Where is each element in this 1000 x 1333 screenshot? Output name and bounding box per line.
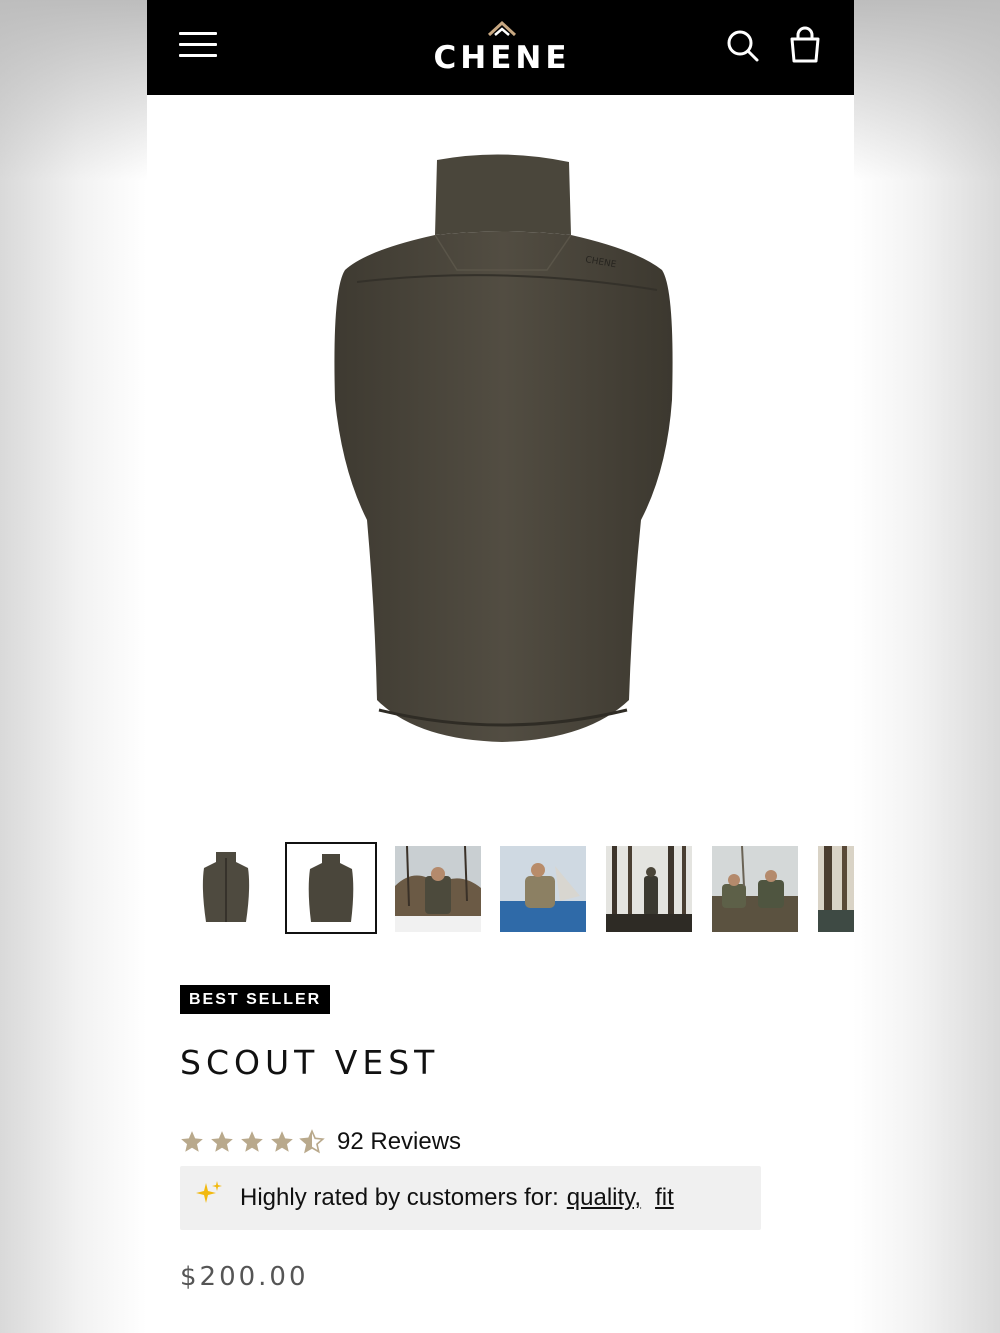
cart-bag-icon[interactable] bbox=[787, 26, 823, 64]
star-icon bbox=[241, 1131, 263, 1152]
star-rating bbox=[179, 1129, 325, 1155]
thumbnail-hunter-boat[interactable] bbox=[500, 846, 586, 932]
highlight-tag-quality[interactable]: quality, bbox=[567, 1184, 641, 1212]
brand-name: CHENE bbox=[433, 40, 571, 76]
product-main-image[interactable]: CHENE bbox=[307, 140, 697, 760]
thumbnail-vest-back[interactable] bbox=[285, 842, 377, 934]
highlight-tag-fit[interactable]: fit bbox=[655, 1184, 674, 1212]
thumbnail-vest-front[interactable] bbox=[180, 842, 272, 934]
sparkle-icon bbox=[196, 1181, 222, 1203]
highlight-label: Highly rated by customers for: bbox=[240, 1184, 559, 1211]
thumbnail-swamp-trees[interactable] bbox=[818, 846, 854, 932]
star-half-icon bbox=[299, 1129, 325, 1154]
thumbnail-duck-hunters[interactable] bbox=[712, 846, 798, 932]
thumbnail-hunter-blind[interactable] bbox=[395, 846, 481, 932]
star-icon bbox=[271, 1131, 293, 1152]
star-icon bbox=[211, 1131, 233, 1152]
reviews-count[interactable]: 92 Reviews bbox=[337, 1128, 461, 1156]
best-seller-badge: BEST SELLER bbox=[180, 985, 331, 1014]
search-icon[interactable] bbox=[725, 28, 761, 64]
thumbnail-strip bbox=[147, 842, 854, 936]
product-title: SCOUT VEST bbox=[180, 1043, 440, 1082]
thumbnail-swamp-hunter[interactable] bbox=[606, 846, 692, 932]
customer-highlight-box: Highly rated by customers for: quality, … bbox=[180, 1166, 761, 1230]
brand-logo[interactable]: CHENE bbox=[397, 18, 607, 78]
phone-screen: CHENE CHENE BEST SELLER SCOUT VEST 92 Re… bbox=[147, 0, 854, 1333]
top-nav-bar: CHENE bbox=[147, 0, 854, 95]
menu-icon[interactable] bbox=[179, 32, 217, 60]
product-rating[interactable]: 92 Reviews bbox=[179, 1125, 461, 1159]
product-price: $200.00 bbox=[180, 1262, 309, 1292]
star-icon bbox=[181, 1131, 203, 1152]
logo-mark-icon bbox=[487, 20, 517, 36]
